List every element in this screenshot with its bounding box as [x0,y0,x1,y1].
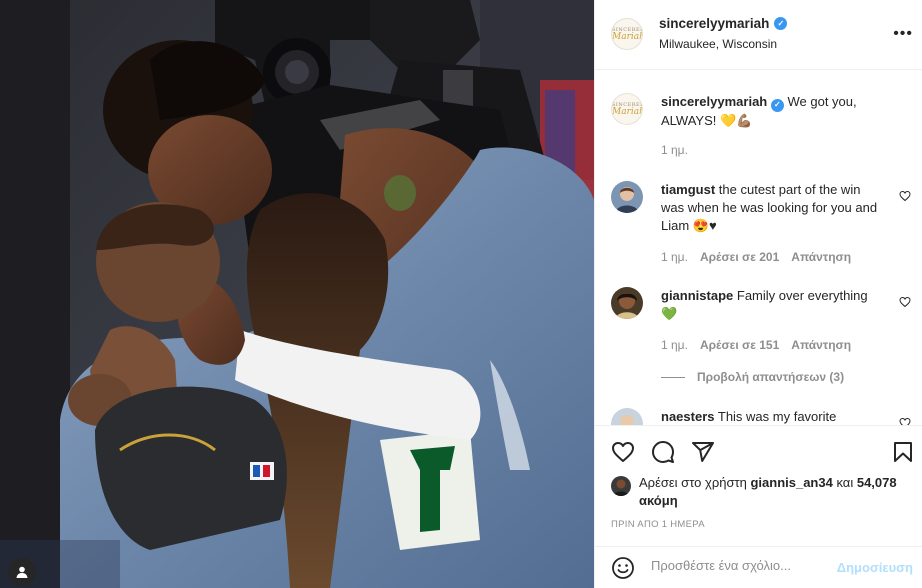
post-photo[interactable] [0,0,594,588]
commenter-avatar[interactable] [611,408,643,425]
comment-item: tiamgust the cutest part of the win was … [611,181,911,271]
more-options-icon[interactable]: ••• [893,25,913,43]
comment-like-heart-icon[interactable] [899,417,911,425]
comment-username[interactable]: naesters [661,409,714,424]
share-icon[interactable] [691,440,715,464]
comment-like-heart-icon[interactable] [899,296,911,308]
comment-username[interactable]: giannistape [661,288,733,303]
post-location[interactable]: Milwaukee, Wisconsin [659,37,777,51]
user-tag-icon[interactable] [8,558,36,586]
comment-likes[interactable]: Αρέσει σε 201 [700,250,779,264]
author-row: sincerelyymariah ✓ [659,16,788,31]
comment-reply-button[interactable]: Απάντηση [791,250,851,264]
heart-icon[interactable] [611,440,635,464]
verified-badge-icon: ✓ [770,98,784,112]
avatar-logo-script: Mariah [612,32,643,42]
post-comment-button[interactable]: Δημοσίευση [837,560,913,575]
post-actions: Αρέσει στο χρήστη giannis_an34 και 54,07… [595,425,922,545]
author-username[interactable]: sincerelyymariah [659,16,769,31]
comment-text: tiamgust the cutest part of the win was … [661,181,881,235]
caption-time[interactable]: 1 ημ. [661,143,688,157]
commenter-avatar[interactable] [611,181,643,213]
comment-like-heart-icon[interactable] [899,190,911,202]
likes-summary: Αρέσει στο χρήστη giannis_an34 και 54,07… [611,474,911,510]
caption-username[interactable]: sincerelyymariah [661,94,767,109]
avatar-logo-script: Mariah [612,107,643,117]
post-header: SINCERELY Mariah sincerelyymariah ✓ Milw… [595,0,922,70]
view-replies-button[interactable]: Προβολή απαντήσεων (3) [661,370,844,384]
comment-time[interactable]: 1 ημ. [661,250,688,264]
author-avatar[interactable]: SINCERELY Mariah [611,18,643,50]
comment-input[interactable] [651,558,831,573]
caption-avatar-logo: SINCERELY Mariah [611,93,643,125]
caption-meta: 1 ημ. [661,143,688,157]
comment-reply-button[interactable]: Απάντηση [791,338,851,352]
view-replies-label: Προβολή απαντήσεων (3) [697,370,845,384]
comment-icon[interactable] [651,440,675,464]
emoji-icon[interactable] [611,556,635,580]
comment-likes[interactable]: Αρέσει σε 151 [700,338,779,352]
post-timestamp[interactable]: ΠΡΙΝ ΑΠΟ 1 ΗΜΕΡΑ [611,519,705,530]
commenter-avatar[interactable] [611,287,643,319]
comments-list[interactable]: SINCERELY Mariah sincerelyymariah ✓ We g… [595,71,922,425]
post-image [0,0,594,588]
caption-text: sincerelyymariah ✓ We got you, ALWAYS! 💛… [661,93,881,130]
comment-text: naesters This was my favorite [661,408,881,425]
post-details-panel: SINCERELY Mariah sincerelyymariah ✓ Milw… [594,0,922,588]
view-replies-line [661,376,685,378]
comment-username[interactable]: tiamgust [661,182,715,197]
bookmark-icon[interactable] [891,440,915,464]
likes-prefix: Αρέσει στο χρήστη [639,475,747,490]
liker-avatar[interactable] [611,476,631,496]
add-comment-bar: Δημοσίευση [595,546,922,588]
caption: SINCERELY Mariah sincerelyymariah ✓ We g… [611,93,911,163]
comment-meta: 1 ημ. Αρέσει σε 201 Απάντηση [661,250,851,264]
action-icons [611,440,715,464]
comment-body: This was my favorite [717,409,837,424]
comment-meta: 1 ημ. Αρέσει σε 151 Απάντηση [661,338,851,352]
comment-text: giannistape Family over everything 💚 [661,287,881,323]
caption-avatar[interactable]: SINCERELY Mariah [611,93,643,125]
verified-badge-icon: ✓ [774,17,788,30]
comment-time[interactable]: 1 ημ. [661,338,688,352]
comment-item: naesters This was my favorite [611,408,911,425]
likes-text: Αρέσει στο χρήστη giannis_an34 και 54,07… [611,474,911,510]
likes-conjunction: και [836,475,854,490]
liker-username[interactable]: giannis_an34 [750,475,832,490]
